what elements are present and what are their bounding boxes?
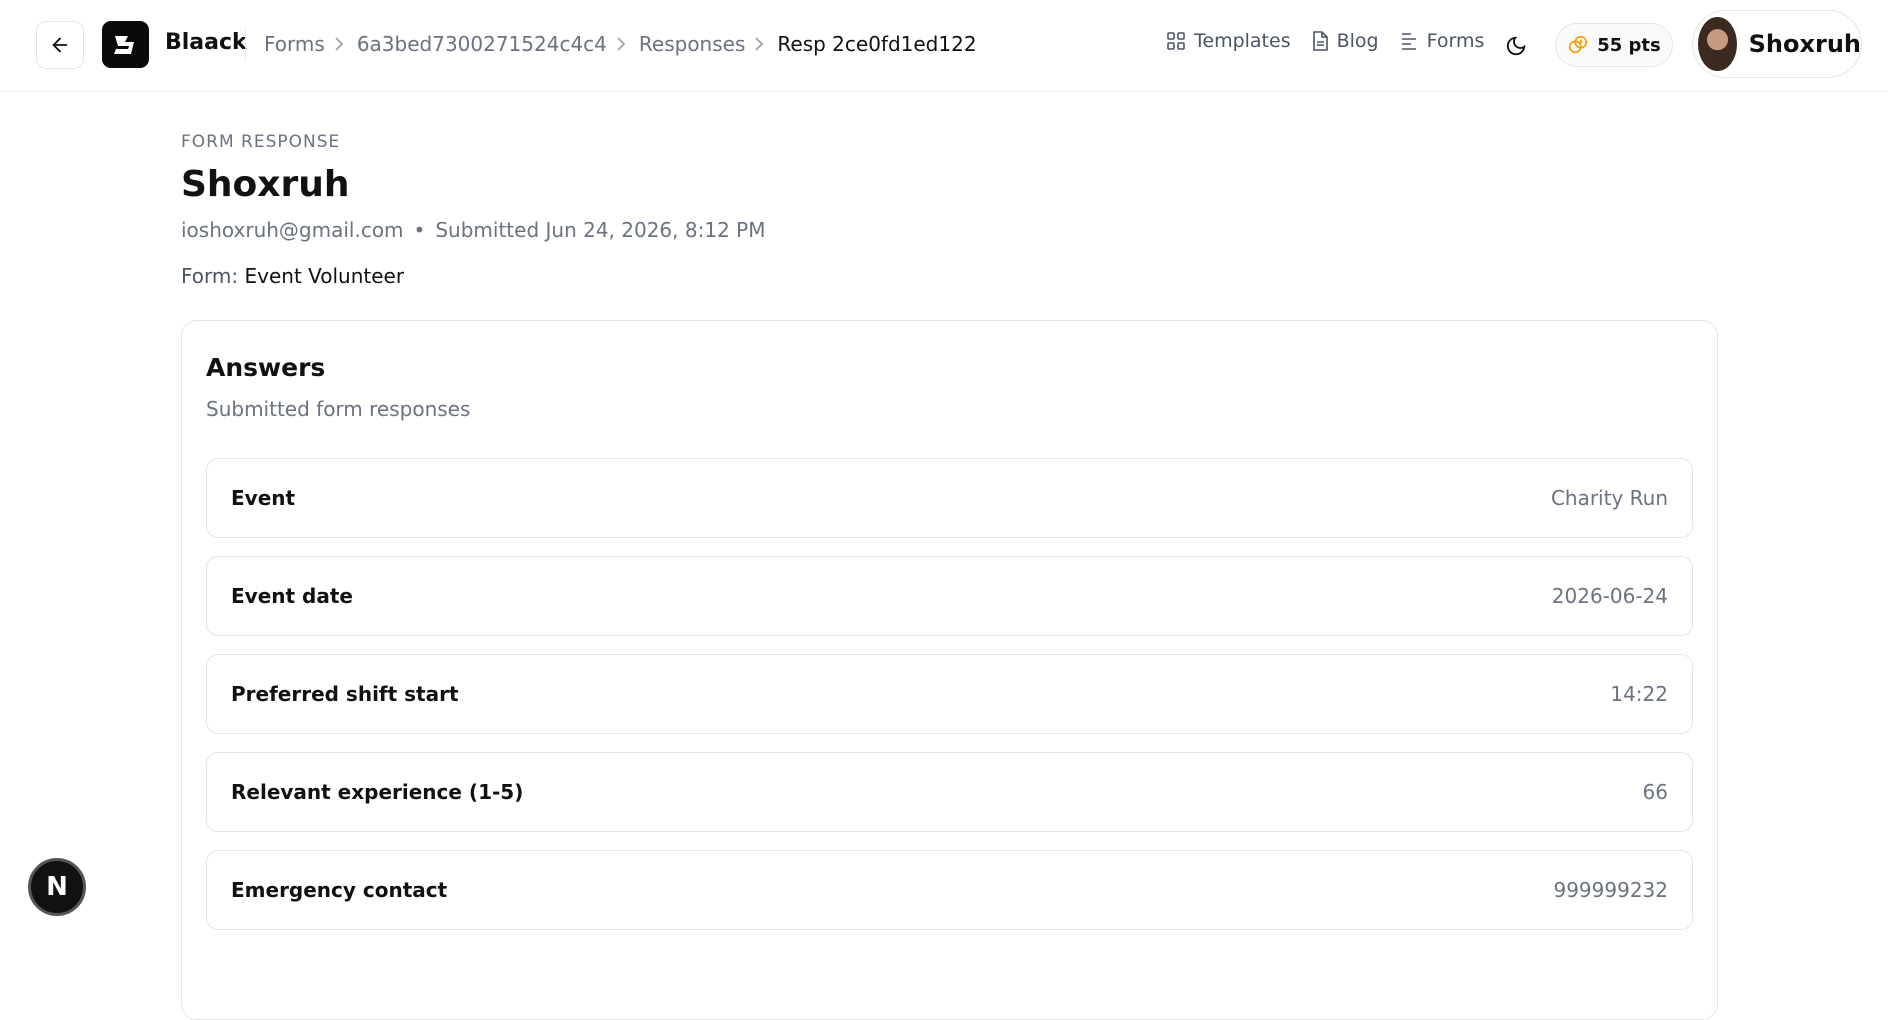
breadcrumb: Forms 6a3bed7300271524c4c4 Responses Res… — [264, 32, 977, 56]
answer-label: Preferred shift start — [231, 682, 459, 706]
answers-title: Answers — [206, 353, 326, 382]
answer-label: Relevant experience (1-5) — [231, 780, 524, 804]
answer-value: 14:22 — [1610, 682, 1668, 706]
header-divider — [245, 30, 246, 60]
answer-row: Emergency contact 999999232 — [206, 850, 1693, 930]
chevron-right-icon — [615, 36, 627, 52]
user-menu-button[interactable]: Shoxruh — [1692, 10, 1862, 78]
breadcrumb-current: Resp 2ce0fd1ed122 — [777, 32, 977, 56]
breadcrumb-responses[interactable]: Responses — [639, 32, 745, 56]
document-icon — [1312, 31, 1328, 51]
nav-templates[interactable]: Templates — [1166, 30, 1291, 52]
points-badge[interactable]: 55 pts — [1555, 23, 1673, 67]
top-bar: Blaack Forms 6a3bed7300271524c4c4 Respon… — [0, 0, 1888, 92]
nav-blog-label: Blog — [1336, 30, 1379, 52]
answer-value: 66 — [1642, 780, 1668, 804]
answer-value: 2026-06-24 — [1551, 584, 1668, 608]
chevron-right-icon — [333, 36, 345, 52]
coins-icon — [1569, 35, 1588, 54]
nav-blog[interactable]: Blog — [1311, 30, 1379, 52]
answer-row: Event Charity Run — [206, 458, 1693, 538]
form-info: Form: Event Volunteer — [181, 264, 404, 288]
answers-card: Answers Submitted form responses Event C… — [181, 320, 1718, 1020]
answer-value: Charity Run — [1550, 486, 1668, 510]
nav-forms[interactable]: Forms — [1399, 30, 1485, 52]
top-nav: Templates Blog Forms — [1166, 30, 1504, 52]
chevron-right-icon — [753, 36, 765, 52]
user-name: Shoxruh — [1748, 30, 1861, 58]
brand-logo[interactable] — [102, 21, 149, 68]
theme-toggle-button[interactable] — [1498, 28, 1534, 64]
submitted-time: Submitted Jun 24, 2026, 8:12 PM — [435, 218, 766, 242]
form-name: Event Volunteer — [244, 264, 405, 288]
list-icon — [1401, 33, 1416, 50]
response-meta: ioshoxruh@gmail.com • Submitted Jun 24, 20… — [181, 218, 765, 242]
breadcrumb-forms[interactable]: Forms — [264, 32, 325, 56]
answers-subtitle: Submitted form responses — [206, 397, 471, 421]
answer-label: Event date — [231, 584, 353, 608]
meta-separator: • — [413, 218, 426, 242]
answer-label: Event — [231, 486, 296, 510]
page-title: Shoxruh — [181, 164, 350, 205]
points-label: 55 pts — [1597, 34, 1661, 56]
nav-templates-label: Templates — [1194, 30, 1291, 52]
nav-forms-label: Forms — [1426, 30, 1485, 52]
breadcrumb-form-id[interactable]: 6a3bed7300271524c4c4 — [357, 32, 607, 56]
brand-name[interactable]: Blaack — [165, 30, 247, 55]
answer-row: Event date 2026-06-24 — [206, 556, 1693, 636]
answer-row: Preferred shift start 14:22 — [206, 654, 1693, 734]
grid-icon — [1167, 32, 1185, 50]
answer-label: Emergency contact — [231, 878, 448, 902]
logo-icon — [113, 35, 134, 54]
form-prefix: Form: — [181, 264, 239, 288]
moon-icon — [1506, 36, 1526, 56]
answer-row: Relevant experience (1-5) 66 — [206, 752, 1693, 832]
eyebrow-label: FORM RESPONSE — [181, 132, 341, 152]
dev-tools-badge[interactable]: N — [28, 858, 86, 916]
arrow-left-icon — [52, 37, 68, 53]
answer-value: 999999232 — [1553, 878, 1668, 902]
respondent-email: ioshoxruh@gmail.com — [181, 218, 404, 242]
back-button[interactable] — [36, 21, 84, 69]
avatar — [1698, 17, 1737, 71]
